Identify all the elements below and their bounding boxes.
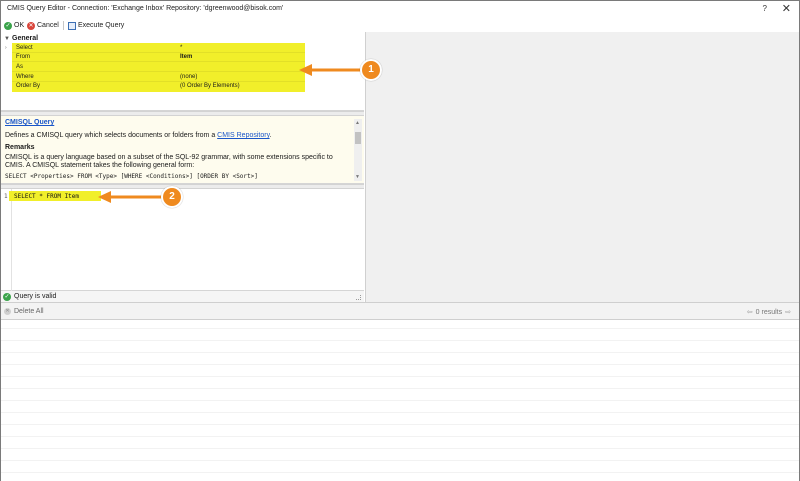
next-arrow-icon[interactable]: ⇨ <box>785 308 791 316</box>
property-value[interactable]: (none) <box>180 74 197 80</box>
delete-all-button[interactable]: ✕ Delete All <box>4 308 44 315</box>
syntax-example: SELECT <Properties> FROM <Type> [WHERE <… <box>5 173 258 180</box>
category-general[interactable]: ▼ General <box>1 34 364 43</box>
scroll-thumb[interactable] <box>355 132 361 144</box>
results-row-line <box>1 412 799 413</box>
help-title-link[interactable]: CMISQL Query <box>5 119 54 126</box>
property-row-from[interactable]: From Item <box>1 52 364 61</box>
cancel-button-label: Cancel <box>37 22 59 29</box>
callout-badge-1: 1 <box>360 59 382 81</box>
help-description-text: Defines a CMISQL query which selects doc… <box>5 132 218 139</box>
results-row-line <box>1 400 799 401</box>
property-value[interactable]: Item <box>180 54 192 60</box>
toolbar-separator <box>63 21 64 30</box>
results-row-line <box>1 424 799 425</box>
resize-grip-icon[interactable] <box>356 295 361 300</box>
results-count: 0 results <box>755 308 783 316</box>
cmis-query-editor-window: CMIS Query Editor - Connection: 'Exchang… <box>0 0 800 481</box>
results-row-line <box>1 460 799 461</box>
cancel-button[interactable]: ✕ Cancel <box>27 20 59 31</box>
property-value[interactable]: * <box>180 45 182 51</box>
execute-query-button[interactable]: Execute Query <box>68 20 124 31</box>
callout-arrow-1 <box>299 64 365 76</box>
results-row-line <box>1 436 799 437</box>
title-bar: CMIS Query Editor - Connection: 'Exchang… <box>1 1 799 18</box>
cancel-icon: ✕ <box>27 21 35 30</box>
query-editor[interactable]: 1 SELECT * FROM Item <box>1 189 364 291</box>
ok-button[interactable]: ✓ OK <box>4 20 24 31</box>
help-panel: CMISQL Query Defines a CMISQL query whic… <box>1 116 364 184</box>
help-button[interactable]: ? <box>763 4 767 13</box>
execute-query-label: Execute Query <box>78 22 125 29</box>
results-row-line <box>1 340 799 341</box>
property-name: Select <box>16 44 33 51</box>
results-row-line <box>1 352 799 353</box>
window-title: CMIS Query Editor - Connection: 'Exchang… <box>7 5 284 12</box>
results-list[interactable] <box>1 320 799 481</box>
status-text: Query is valid <box>14 293 57 300</box>
remarks-heading: Remarks <box>5 144 35 151</box>
results-navigation: ⇦ 0 results ⇨ <box>747 308 791 317</box>
property-name: As <box>16 63 24 70</box>
valid-check-icon: ✓ <box>3 292 11 301</box>
property-name: Order By <box>16 82 41 89</box>
property-row-order-by[interactable]: Order By (0 Order By Elements) <box>1 81 364 90</box>
delete-all-label: Delete All <box>14 308 44 315</box>
collapse-icon[interactable]: ▼ <box>4 36 12 42</box>
delete-icon: ✕ <box>4 308 11 315</box>
line-number: 1 <box>4 193 8 200</box>
remarks-text: CMISQL is a query language based on a su… <box>5 154 333 169</box>
property-name: From <box>16 53 30 60</box>
query-code-line[interactable]: SELECT * FROM Item <box>14 193 79 200</box>
property-value[interactable]: (0 Order By Elements) <box>180 83 240 89</box>
callout-arrow-2 <box>98 191 164 203</box>
property-name: Where <box>16 73 34 80</box>
line-gutter <box>1 189 12 291</box>
category-label: General <box>12 35 39 42</box>
help-description-end: . <box>269 132 272 139</box>
results-row-line <box>1 364 799 365</box>
help-scrollbar[interactable]: ▲ ▼ <box>354 119 362 181</box>
results-row-line <box>1 376 799 377</box>
cmis-repository-link[interactable]: CMIS Repository <box>217 132 269 139</box>
previous-arrow-icon[interactable]: ⇦ <box>747 308 753 316</box>
callout-badge-2: 2 <box>161 186 183 208</box>
results-toolbar: ✕ Delete All ⇦ 0 results ⇨ <box>1 302 799 320</box>
help-description: Defines a CMISQL query which selects doc… <box>5 132 272 139</box>
results-row-line <box>1 388 799 389</box>
results-row-line <box>1 328 799 329</box>
status-bar: ✓ Query is valid <box>1 291 364 302</box>
scroll-up-icon[interactable]: ▲ <box>355 120 360 126</box>
results-row-line <box>1 472 799 473</box>
query-right-pane <box>365 32 799 302</box>
close-button[interactable]: ✕ <box>782 2 791 15</box>
scroll-down-icon[interactable]: ▼ <box>355 174 360 180</box>
row-pointer-icon: › <box>5 44 7 51</box>
property-row-select[interactable]: › Select * <box>1 43 364 52</box>
check-icon: ✓ <box>4 21 12 30</box>
toolbar: ✓ OK ✕ Cancel Execute Query <box>1 18 799 32</box>
execute-query-icon <box>68 21 76 30</box>
ok-button-label: OK <box>14 22 25 29</box>
results-row-line <box>1 448 799 449</box>
